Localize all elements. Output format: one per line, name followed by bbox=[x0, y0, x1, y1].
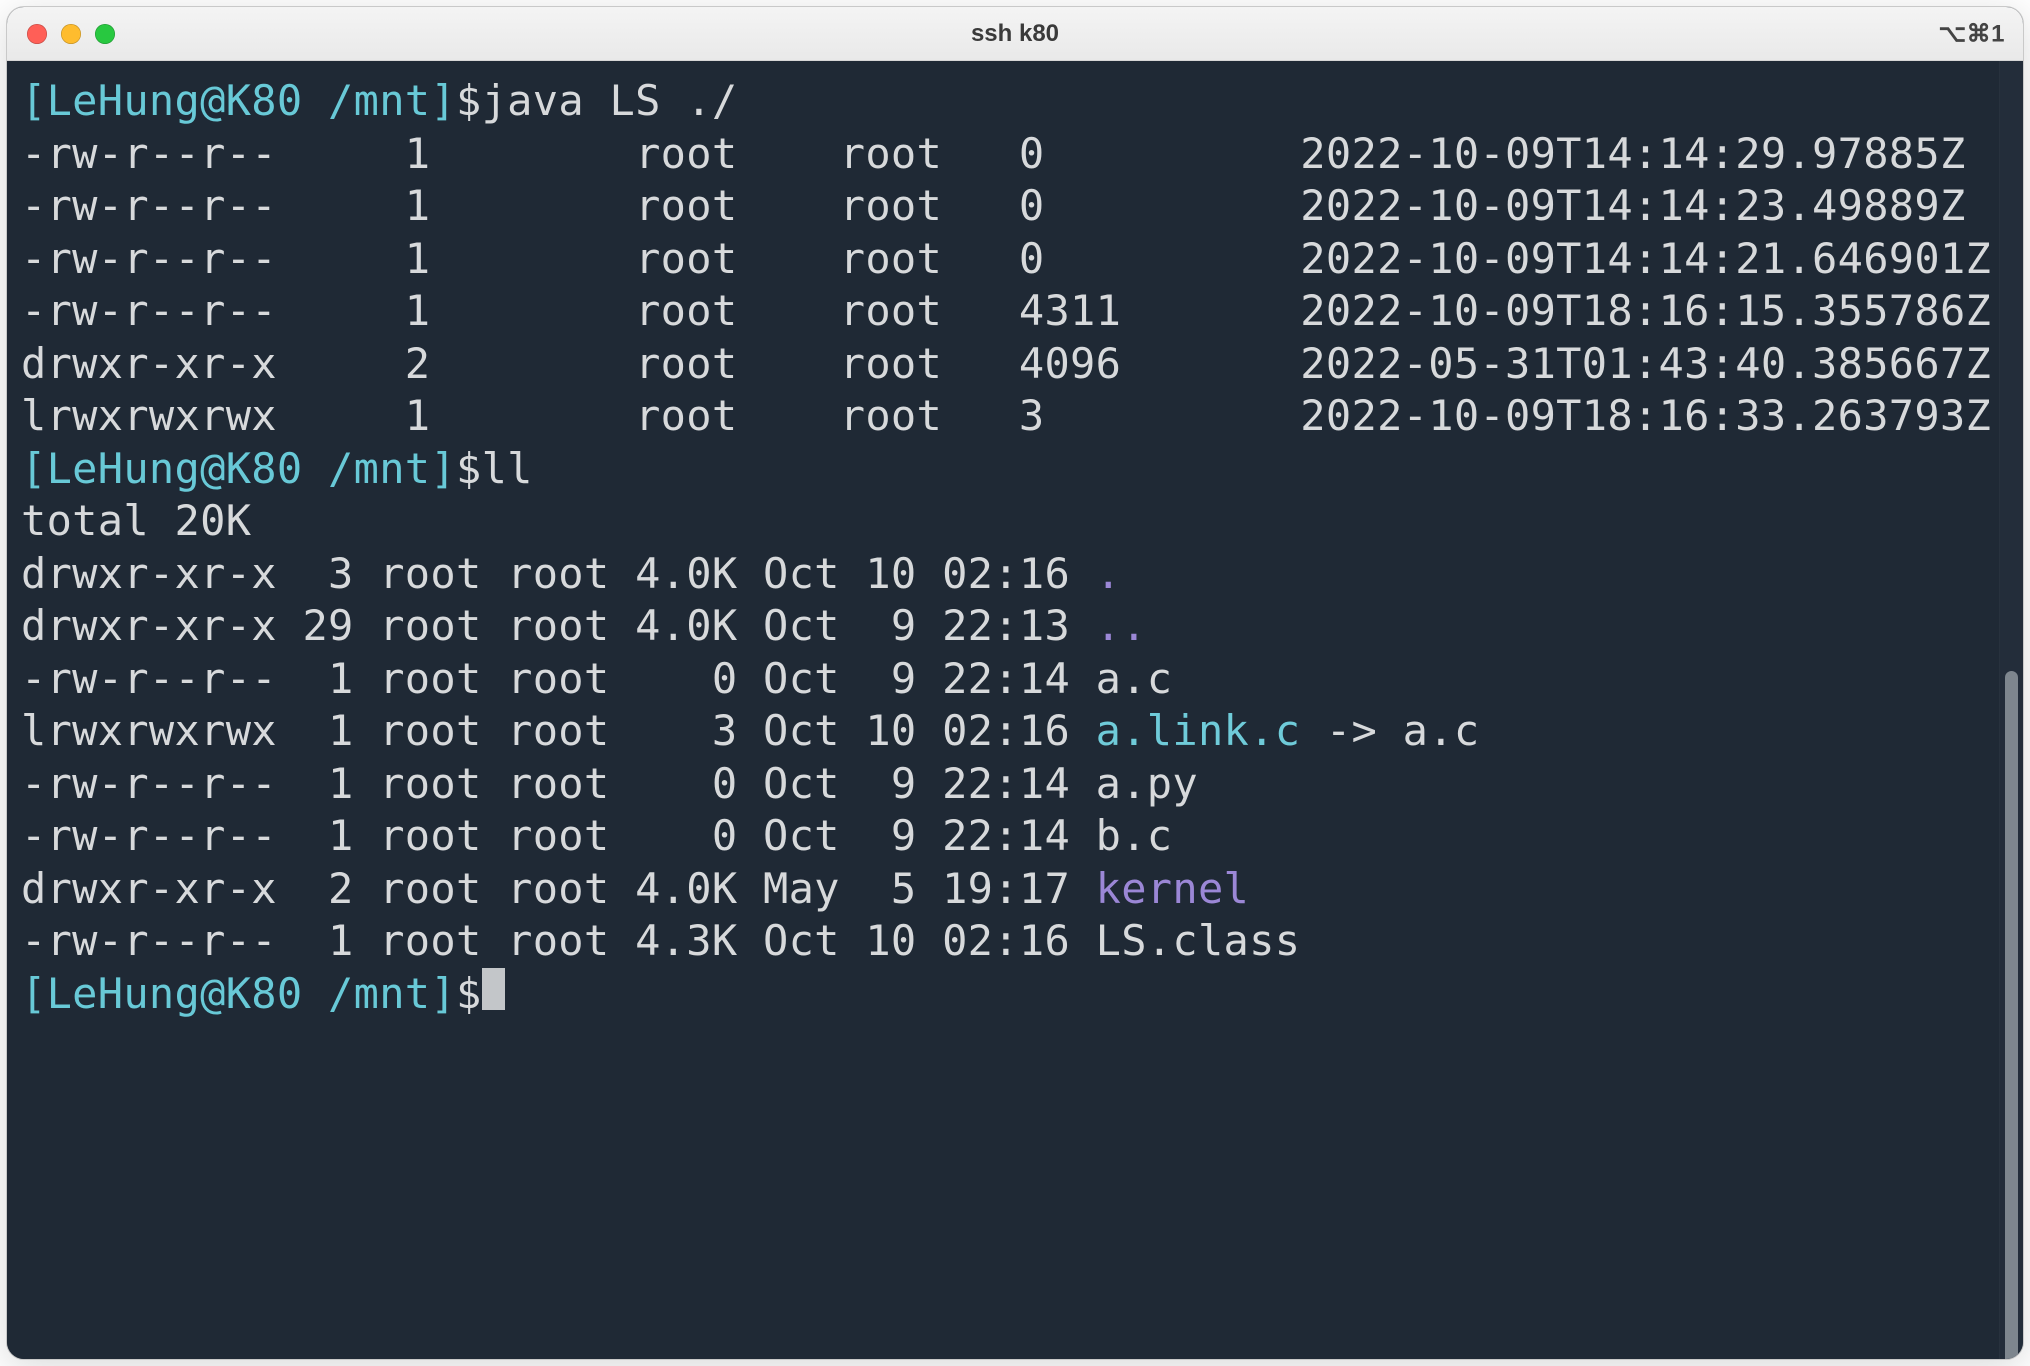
terminal-cursor bbox=[482, 968, 505, 1010]
window-shortcut-hint: ⌥⌘1 bbox=[1938, 19, 2005, 48]
window-titlebar: ssh k80 ⌥⌘1 bbox=[7, 7, 2023, 61]
scrollbar-thumb[interactable] bbox=[2005, 671, 2018, 1360]
terminal-window: ssh k80 ⌥⌘1 [LeHung@K80 /mnt]$java LS ./… bbox=[6, 6, 2024, 1360]
terminal-body[interactable]: [LeHung@K80 /mnt]$java LS ./ -rw-r--r-- … bbox=[7, 61, 1999, 1359]
minimize-icon[interactable] bbox=[61, 24, 81, 44]
window-title: ssh k80 bbox=[971, 20, 1059, 48]
zoom-icon[interactable] bbox=[95, 24, 115, 44]
traffic-lights bbox=[27, 24, 115, 44]
close-icon[interactable] bbox=[27, 24, 47, 44]
terminal-body-wrap: [LeHung@K80 /mnt]$java LS ./ -rw-r--r-- … bbox=[7, 61, 2023, 1359]
terminal-scrollbar[interactable] bbox=[1999, 61, 2023, 1359]
